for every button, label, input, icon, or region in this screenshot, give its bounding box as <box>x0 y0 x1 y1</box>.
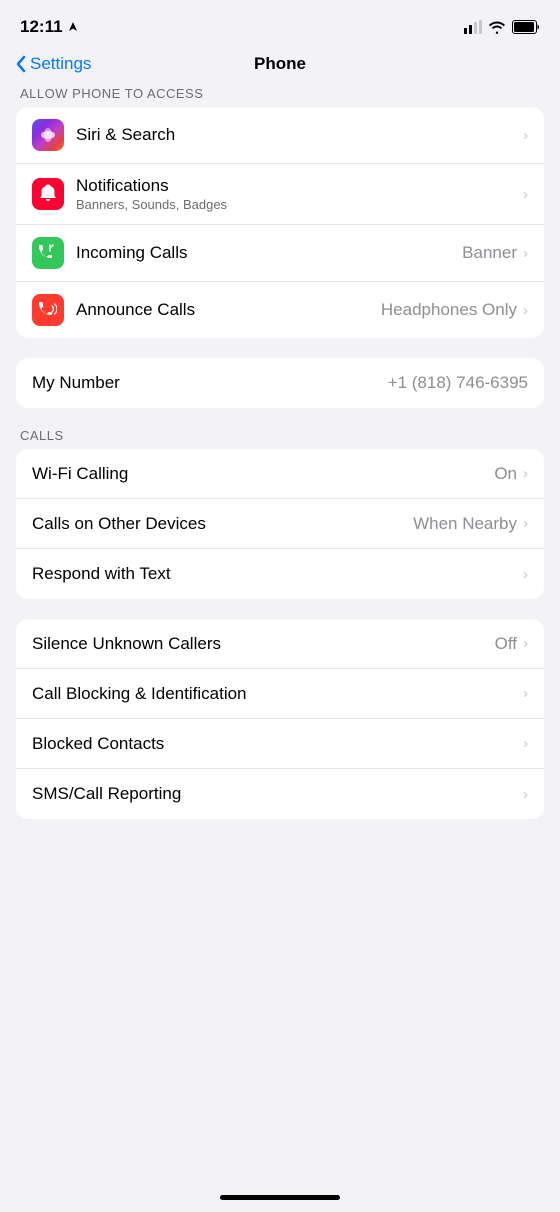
allow-access-section: ALLOW PHONE TO ACCESS Siri & Search › <box>0 86 560 338</box>
wifi-calling-content: Wi-Fi Calling <box>32 464 494 484</box>
call-blocking-right: › <box>521 685 528 702</box>
home-indicator <box>220 1195 340 1200</box>
sms-reporting-chevron-icon: › <box>523 786 528 803</box>
blocking-section: Silence Unknown Callers Off › Call Block… <box>0 619 560 819</box>
siri-chevron-icon: › <box>523 127 528 144</box>
allow-access-card: Siri & Search › Notifications Banners, S… <box>16 107 544 338</box>
call-blocking-row[interactable]: Call Blocking & Identification › <box>16 669 544 719</box>
silence-unknown-right: Off › <box>495 634 528 654</box>
battery-icon <box>512 20 540 34</box>
silence-unknown-content: Silence Unknown Callers <box>32 634 495 654</box>
calls-other-devices-title: Calls on Other Devices <box>32 514 413 534</box>
announce-calls-chevron-icon: › <box>523 302 528 319</box>
call-blocking-chevron-icon: › <box>523 685 528 702</box>
location-icon <box>67 21 79 33</box>
status-time: 12:11 <box>20 17 79 37</box>
calls-section: CALLS Wi-Fi Calling On › Calls on Other … <box>0 428 560 599</box>
calls-label: CALLS <box>0 428 560 449</box>
my-number-card: My Number +1 (818) 746-6395 <box>16 358 544 408</box>
sms-reporting-content: SMS/Call Reporting <box>32 784 521 804</box>
silence-unknown-title: Silence Unknown Callers <box>32 634 495 654</box>
sms-reporting-right: › <box>521 786 528 803</box>
my-number-row: My Number +1 (818) 746-6395 <box>16 358 544 408</box>
status-icons <box>464 20 540 34</box>
wifi-calling-right: On › <box>494 464 528 484</box>
blocked-contacts-title: Blocked Contacts <box>32 734 521 754</box>
notifications-icon <box>32 178 64 210</box>
notifications-content: Notifications Banners, Sounds, Badges <box>76 176 521 212</box>
my-number-value: +1 (818) 746-6395 <box>388 373 528 393</box>
respond-text-row[interactable]: Respond with Text › <box>16 549 544 599</box>
calls-other-devices-chevron-icon: › <box>523 515 528 532</box>
calls-card: Wi-Fi Calling On › Calls on Other Device… <box>16 449 544 599</box>
calls-other-devices-value: When Nearby <box>413 514 517 534</box>
announce-calls-content: Announce Calls <box>76 300 381 320</box>
incoming-phone-icon <box>39 244 57 262</box>
sms-reporting-row[interactable]: SMS/Call Reporting › <box>16 769 544 819</box>
wifi-calling-chevron-icon: › <box>523 465 528 482</box>
incoming-calls-right: Banner › <box>462 243 528 263</box>
siri-search-content: Siri & Search <box>76 125 521 145</box>
siri-search-row[interactable]: Siri & Search › <box>16 107 544 164</box>
wifi-icon <box>488 20 506 34</box>
back-label: Settings <box>30 54 91 74</box>
siri-search-title: Siri & Search <box>76 125 521 145</box>
call-blocking-title: Call Blocking & Identification <box>32 684 521 704</box>
respond-text-content: Respond with Text <box>32 564 521 584</box>
back-chevron-icon <box>16 55 26 73</box>
silence-unknown-row[interactable]: Silence Unknown Callers Off › <box>16 619 544 669</box>
wifi-calling-value: On <box>494 464 517 484</box>
announce-calls-value: Headphones Only <box>381 300 517 320</box>
respond-text-title: Respond with Text <box>32 564 521 584</box>
announce-phone-icon <box>39 301 57 319</box>
announce-calls-icon <box>32 294 64 326</box>
my-number-right: +1 (818) 746-6395 <box>388 373 528 393</box>
incoming-calls-row[interactable]: Incoming Calls Banner › <box>16 225 544 282</box>
siri-icon <box>32 119 64 151</box>
respond-text-right: › <box>521 566 528 583</box>
bell-icon <box>39 184 57 204</box>
incoming-calls-value: Banner <box>462 243 517 263</box>
blocked-contacts-chevron-icon: › <box>523 735 528 752</box>
signal-icon <box>464 20 482 34</box>
blocked-contacts-right: › <box>521 735 528 752</box>
status-bar: 12:11 <box>0 0 560 48</box>
announce-calls-row[interactable]: Announce Calls Headphones Only › <box>16 282 544 338</box>
calls-other-devices-content: Calls on Other Devices <box>32 514 413 534</box>
notifications-subtitle: Banners, Sounds, Badges <box>76 197 521 212</box>
silence-unknown-chevron-icon: › <box>523 635 528 652</box>
notifications-title: Notifications <box>76 176 521 196</box>
blocked-contacts-content: Blocked Contacts <box>32 734 521 754</box>
call-blocking-content: Call Blocking & Identification <box>32 684 521 704</box>
incoming-calls-icon <box>32 237 64 269</box>
my-number-content: My Number <box>32 373 388 393</box>
blocking-card: Silence Unknown Callers Off › Call Block… <box>16 619 544 819</box>
incoming-calls-content: Incoming Calls <box>76 243 462 263</box>
respond-text-chevron-icon: › <box>523 566 528 583</box>
sms-reporting-title: SMS/Call Reporting <box>32 784 521 804</box>
calls-other-devices-right: When Nearby › <box>413 514 528 534</box>
announce-calls-title: Announce Calls <box>76 300 381 320</box>
back-button[interactable]: Settings <box>16 54 91 74</box>
announce-calls-right: Headphones Only › <box>381 300 528 320</box>
silence-unknown-value: Off <box>495 634 517 654</box>
wifi-calling-title: Wi-Fi Calling <box>32 464 494 484</box>
siri-graphic <box>38 125 58 145</box>
allow-access-label: ALLOW PHONE TO ACCESS <box>0 86 560 107</box>
incoming-calls-title: Incoming Calls <box>76 243 462 263</box>
incoming-calls-chevron-icon: › <box>523 245 528 262</box>
page-title: Phone <box>254 54 306 74</box>
wifi-calling-row[interactable]: Wi-Fi Calling On › <box>16 449 544 499</box>
blocked-contacts-row[interactable]: Blocked Contacts › <box>16 719 544 769</box>
calls-other-devices-row[interactable]: Calls on Other Devices When Nearby › <box>16 499 544 549</box>
nav-bar: Settings Phone <box>0 48 560 86</box>
notifications-right: › <box>521 186 528 203</box>
my-number-title: My Number <box>32 373 388 393</box>
notifications-chevron-icon: › <box>523 186 528 203</box>
siri-search-right: › <box>521 127 528 144</box>
notifications-row[interactable]: Notifications Banners, Sounds, Badges › <box>16 164 544 225</box>
my-number-section: My Number +1 (818) 746-6395 <box>0 358 560 408</box>
